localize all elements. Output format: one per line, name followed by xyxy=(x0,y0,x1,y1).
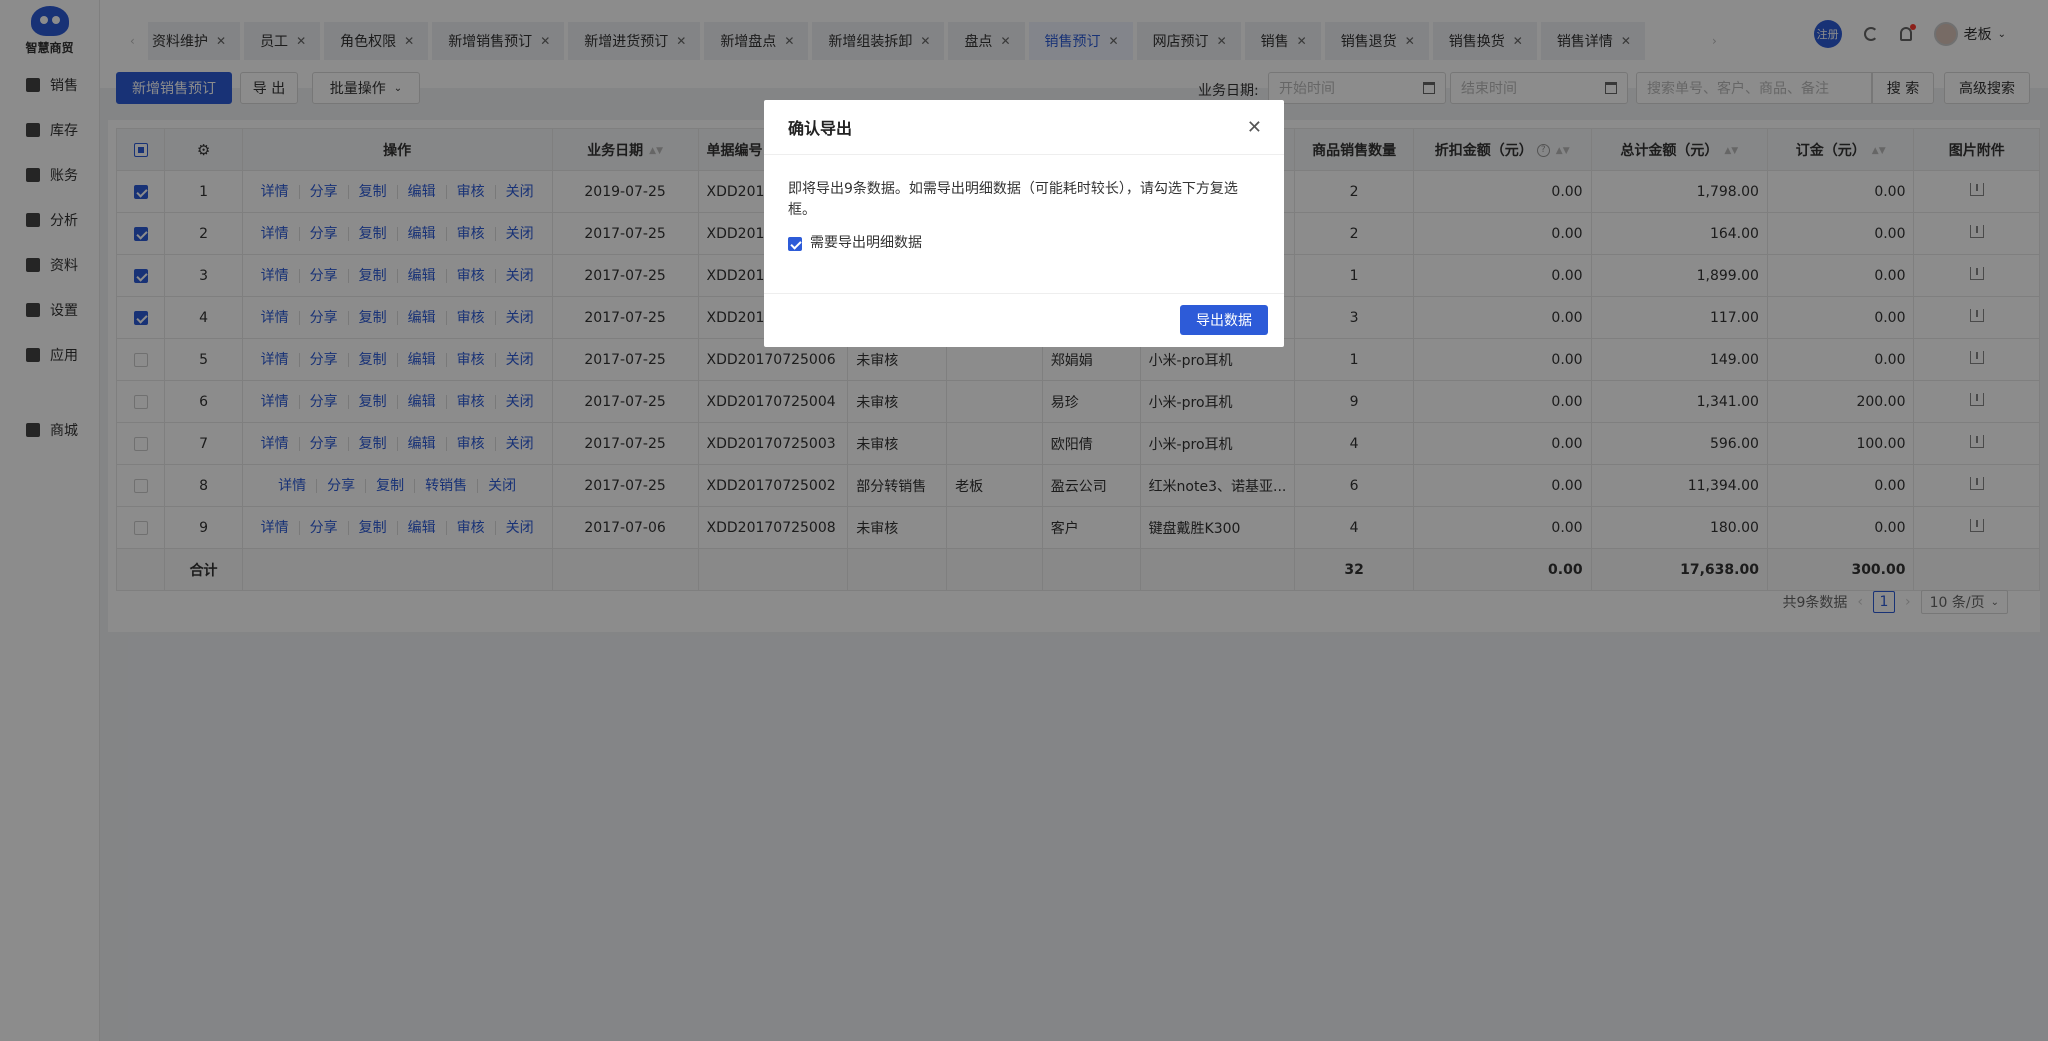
export-detail-checkbox[interactable] xyxy=(788,236,802,251)
dialog-footer: 导出数据 xyxy=(764,294,1284,346)
dialog-header: 确认导出 ✕ xyxy=(764,100,1284,155)
dialog-message: 即将导出9条数据。如需导出明细数据（可能耗时较长），请勾选下方复选框。 xyxy=(788,181,1238,218)
export-confirm-dialog: 确认导出 ✕ 即将导出9条数据。如需导出明细数据（可能耗时较长），请勾选下方复选… xyxy=(764,100,1284,347)
close-icon[interactable]: ✕ xyxy=(1247,117,1262,138)
export-detail-option[interactable]: 需要导出明细数据 xyxy=(788,233,1260,254)
dialog-body: 即将导出9条数据。如需导出明细数据（可能耗时较长），请勾选下方复选框。 需要导出… xyxy=(764,155,1284,294)
export-data-button[interactable]: 导出数据 xyxy=(1180,305,1268,335)
dialog-title: 确认导出 xyxy=(788,119,853,138)
export-detail-label: 需要导出明细数据 xyxy=(810,235,922,251)
